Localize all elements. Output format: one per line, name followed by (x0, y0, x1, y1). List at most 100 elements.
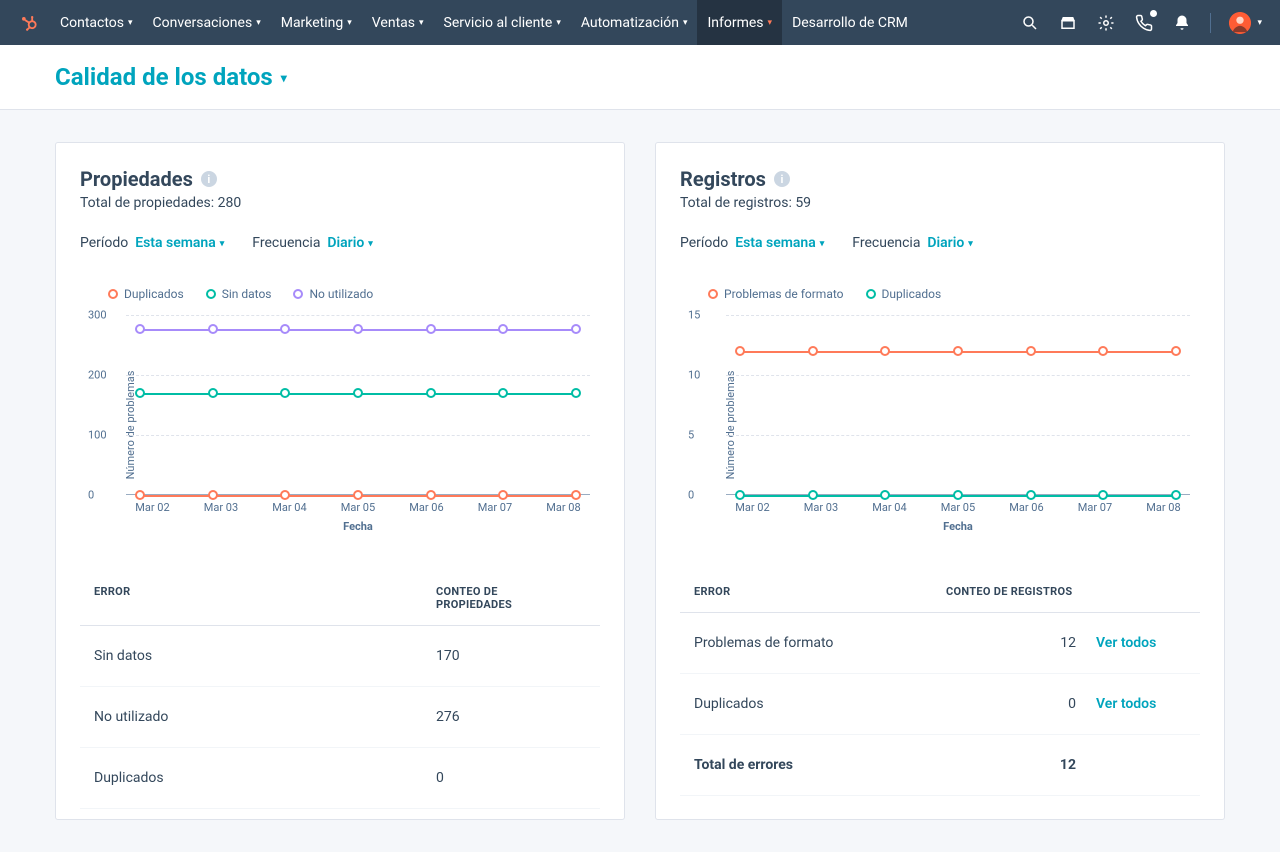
chart-point (1026, 490, 1036, 500)
chevron-down-icon: ▾ (768, 18, 773, 28)
chart-point (1171, 346, 1181, 356)
phone-icon[interactable] (1134, 13, 1154, 33)
page-title-text: Calidad de los datos (55, 63, 273, 91)
chart-point (571, 388, 581, 398)
chevron-down-icon: ▾ (128, 18, 133, 28)
period-label: Período (80, 235, 128, 251)
properties-total: Total de propiedades: 280 (80, 195, 600, 211)
properties-title: Propiedades (80, 167, 193, 191)
table-row: Problemas de formato12Ver todos (680, 613, 1200, 674)
hubspot-logo[interactable] (18, 13, 38, 33)
chevron-down-icon: ▾ (347, 18, 352, 28)
chart-point (1171, 490, 1181, 500)
nav-item-5[interactable]: Automatización▾ (571, 0, 698, 45)
chart-point (280, 388, 290, 398)
legend-item: No utilizado (293, 287, 373, 301)
nav-item-1[interactable]: Conversaciones▾ (143, 0, 271, 45)
col-header-error: ERROR (694, 585, 946, 598)
records-title: Registros (680, 167, 766, 191)
col-header-error: ERROR (94, 585, 436, 611)
view-all-link[interactable]: Ver todos (1096, 696, 1156, 712)
chart-point (735, 490, 745, 500)
chart-point (1098, 346, 1108, 356)
chart-point (353, 490, 363, 500)
nav-divider (1210, 13, 1211, 33)
chart-point (880, 346, 890, 356)
info-icon[interactable]: i (201, 171, 217, 187)
chart-point (208, 490, 218, 500)
nav-item-0[interactable]: Contactos▾ (50, 0, 143, 45)
chart-point (280, 324, 290, 334)
table-row: Sin datos170 (80, 626, 600, 687)
table-row: No utilizado276 (80, 687, 600, 748)
chart-legend: DuplicadosSin datosNo utilizado (108, 287, 600, 301)
info-icon[interactable]: i (774, 171, 790, 187)
nav-item-2[interactable]: Marketing▾ (271, 0, 362, 45)
chart-point (208, 324, 218, 334)
chart-point (353, 324, 363, 334)
records-total: Total de registros: 59 (680, 195, 1200, 211)
nav-item-7[interactable]: Desarrollo de CRM (782, 0, 918, 45)
table-row: Duplicados0 (80, 748, 600, 809)
avatar (1229, 12, 1251, 34)
nav-left-group: Contactos▾Conversaciones▾Marketing▾Venta… (18, 0, 918, 45)
chart-point (953, 490, 963, 500)
chart-point (208, 388, 218, 398)
x-axis-label: Fecha (126, 520, 590, 533)
page-header: Calidad de los datos ▾ (0, 45, 1280, 110)
chart-plot: 051015 (726, 315, 1190, 495)
chart-point (1026, 346, 1036, 356)
chart-point (735, 346, 745, 356)
chart-point (426, 388, 436, 398)
table-total-row: Total de errores12 (680, 735, 1200, 796)
records-chart: Problemas de formatoDuplicadosNúmero de … (680, 287, 1200, 535)
account-menu[interactable]: ▾ (1229, 12, 1262, 34)
nav-right-group: ▾ (1020, 12, 1262, 34)
marketplace-icon[interactable] (1058, 13, 1078, 33)
chart-point (880, 490, 890, 500)
chart-point (426, 490, 436, 500)
x-axis-label: Fecha (726, 520, 1190, 533)
chart-point (1098, 490, 1108, 500)
period-dropdown[interactable]: Esta semana▾ (735, 235, 824, 251)
records-table: ERROR CONTEO DE REGISTROS Problemas de f… (680, 585, 1200, 796)
legend-item: Problemas de formato (708, 287, 844, 301)
chart-point (135, 490, 145, 500)
properties-card: Propiedades i Total de propiedades: 280 … (55, 142, 625, 820)
chart-point (498, 490, 508, 500)
frequency-label: Frecuencia (852, 235, 920, 251)
view-all-link[interactable]: Ver todos (1096, 635, 1156, 651)
chart-point (353, 388, 363, 398)
nav-item-4[interactable]: Servicio al cliente▾ (434, 0, 571, 45)
chart-point (571, 490, 581, 500)
dashboard-content: Propiedades i Total de propiedades: 280 … (0, 110, 1280, 852)
search-icon[interactable] (1020, 13, 1040, 33)
properties-filters: Período Esta semana▾ Frecuencia Diario▾ (80, 235, 600, 251)
col-header-count: CONTEO DE PROPIEDADES (436, 585, 586, 611)
chart-point (135, 324, 145, 334)
col-header-count: CONTEO DE REGISTROS (946, 585, 1096, 598)
legend-item: Duplicados (108, 287, 184, 301)
chevron-down-icon: ▾ (281, 71, 287, 85)
frequency-dropdown[interactable]: Diario▾ (927, 235, 972, 251)
bell-icon[interactable] (1172, 13, 1192, 33)
chart-plot: 0100200300 (126, 315, 590, 495)
chart-point (280, 490, 290, 500)
chart-point (498, 324, 508, 334)
nav-item-3[interactable]: Ventas▾ (362, 0, 434, 45)
chart-legend: Problemas de formato Duplicados (708, 287, 1200, 301)
nav-item-6[interactable]: Informes▾ (697, 0, 782, 45)
chart-point (953, 346, 963, 356)
chevron-down-icon: ▾ (683, 18, 688, 28)
chart-point (498, 388, 508, 398)
page-title-dropdown[interactable]: Calidad de los datos ▾ (55, 63, 1225, 91)
properties-chart: DuplicadosSin datosNo utilizadoNúmero de… (80, 287, 600, 535)
gear-icon[interactable] (1096, 13, 1116, 33)
frequency-dropdown[interactable]: Diario▾ (327, 235, 372, 251)
chart-point (808, 346, 818, 356)
period-label: Período (680, 235, 728, 251)
top-navbar: Contactos▾Conversaciones▾Marketing▾Venta… (0, 0, 1280, 45)
period-dropdown[interactable]: Esta semana▾ (135, 235, 224, 251)
legend-item: Duplicados (866, 287, 942, 301)
records-card: Registros i Total de registros: 59 Perío… (655, 142, 1225, 820)
